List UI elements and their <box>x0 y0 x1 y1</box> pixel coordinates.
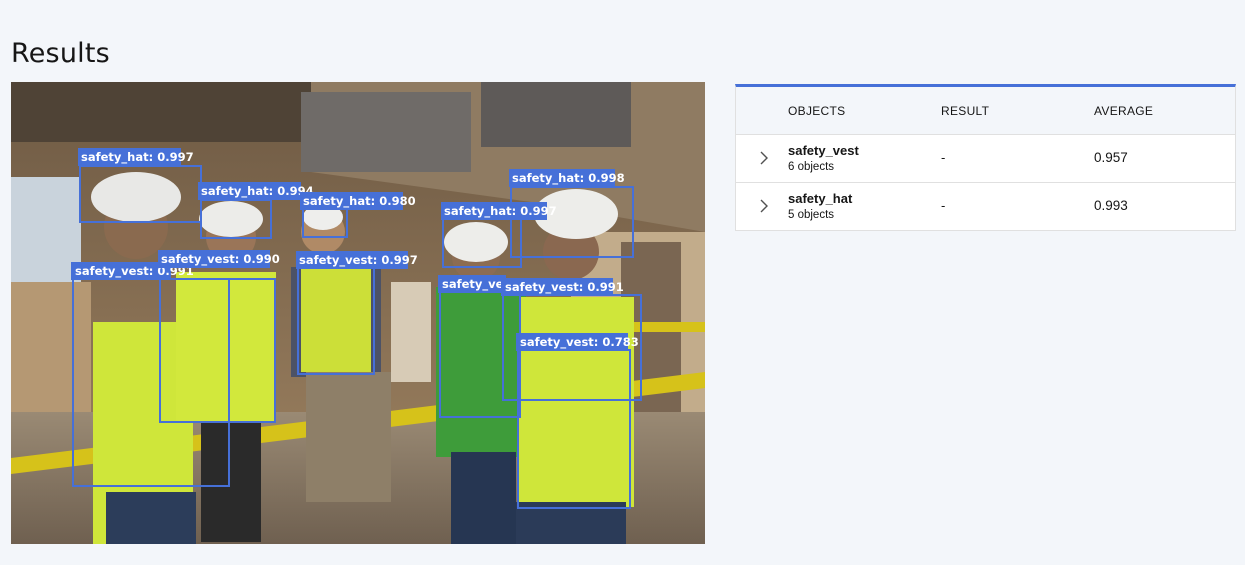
header-objects: OBJECTS <box>788 104 846 118</box>
bbox-label-text: safety_vest: 0.991 <box>505 280 624 295</box>
header-average: AVERAGE <box>1094 104 1154 118</box>
bbox-label-text: safety_hat: 0.997 <box>444 204 557 219</box>
object-average: 0.957 <box>1094 150 1128 165</box>
bbox-label-text: safety_hat: 0.980 <box>303 194 416 209</box>
bbox-label-text: safety_vest: 0.783 <box>520 335 639 350</box>
bbox-label-1: safety_hat: 0.994 <box>198 182 314 200</box>
bbox-label-6: safety_vest: 0.990 <box>158 250 280 268</box>
page-title: Results <box>11 38 110 70</box>
table-row-safety-vest[interactable]: safety_vest 6 objects - 0.957 <box>736 135 1235 183</box>
column <box>391 282 431 382</box>
bbox-label-2: safety_hat: 0.980 <box>300 192 416 210</box>
header-result: RESULT <box>941 104 990 118</box>
object-count: 6 objects <box>788 161 835 173</box>
bbox-label-4: safety_hat: 0.998 <box>509 169 625 187</box>
chevron-right-icon[interactable] <box>758 198 770 214</box>
table-header: OBJECTS RESULT AVERAGE <box>736 87 1235 135</box>
table-row-safety-hat[interactable]: safety_hat 5 objects - 0.993 <box>736 183 1235 230</box>
object-count: 5 objects <box>788 209 835 221</box>
object-name: safety_hat <box>788 191 853 206</box>
chevron-right-icon[interactable] <box>758 150 770 166</box>
bbox-label-9: safety_vest: 0.991 <box>501 278 624 296</box>
bbox-label-text: safety_vest: 0.990 <box>161 252 280 267</box>
bbox-label-0: safety_hat: 0.997 <box>78 148 194 166</box>
bbox-label-text: safety_hat: 0.998 <box>512 171 625 186</box>
duct-left <box>301 92 471 172</box>
bbox-label-text: safety_vest: 0.997 <box>299 253 418 268</box>
bbox-label-text: safety_hat: 0.994 <box>201 184 314 199</box>
results-table: OBJECTS RESULT AVERAGE safety_vest 6 obj… <box>735 84 1236 231</box>
bbox-label-text: safety_hat: 0.997 <box>81 150 194 165</box>
object-name: safety_vest <box>788 143 859 158</box>
detection-image-svg: safety_hat: 0.997 safety_hat: 0.994 safe… <box>11 82 705 544</box>
object-result: - <box>941 150 946 165</box>
result-image: safety_hat: 0.997 safety_hat: 0.994 safe… <box>11 82 705 544</box>
ceiling-dark <box>11 82 311 142</box>
bbox-label-7: safety_vest: 0.997 <box>296 251 418 269</box>
object-result: - <box>941 198 946 213</box>
window <box>11 177 81 287</box>
bbox-label-3: safety_hat: 0.997 <box>441 202 557 220</box>
bbox-label-10: safety_vest: 0.783 <box>516 333 639 351</box>
object-average: 0.993 <box>1094 198 1128 213</box>
duct <box>481 82 631 147</box>
